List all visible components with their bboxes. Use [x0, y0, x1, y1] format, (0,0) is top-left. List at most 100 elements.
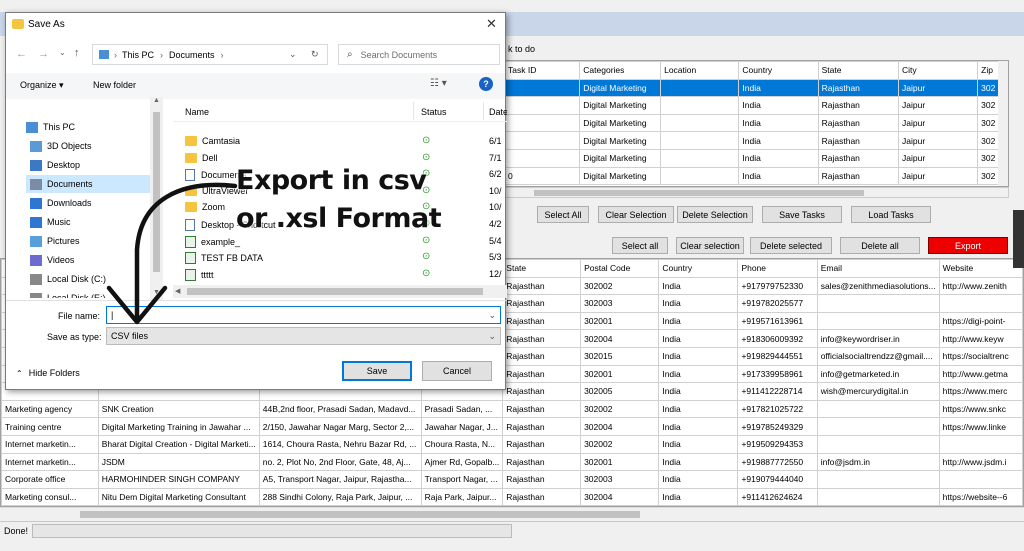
results-grid-header[interactable]: Phone — [737, 259, 818, 278]
file-date: 5/3 — [489, 252, 502, 263]
chevron-down-icon[interactable]: ⌄ — [488, 310, 496, 321]
table-row[interactable]: Digital Marketing India Rajasthan Jaipur 302 — [504, 148, 1008, 168]
results-grid-header[interactable]: Postal Code — [580, 259, 660, 278]
result-button-delete-all[interactable]: Delete all — [840, 237, 920, 254]
new-folder-button[interactable]: New folder — [93, 80, 136, 90]
breadcrumb-separator: › — [114, 49, 117, 60]
task-grid-header[interactable]: City — [897, 61, 979, 80]
task-button-save-tasks[interactable]: Save Tasks — [762, 206, 842, 223]
table-row[interactable]: Digital Marketing India Rajasthan Jaipur 302 — [504, 78, 1008, 98]
table-row[interactable]: Digital Marketing India Rajasthan Jaipur 302 — [504, 96, 1008, 115]
annotation-arrow — [106, 182, 238, 325]
nav-item-label: Music — [47, 217, 71, 227]
breadcrumb-documents[interactable]: Documents — [169, 50, 215, 60]
view-options-icon[interactable]: ☷ ▾ — [430, 78, 447, 89]
nav-item-icon — [30, 197, 42, 209]
result-button-select-all[interactable]: Select all — [612, 237, 668, 254]
task-grid-header[interactable]: Task ID — [504, 61, 581, 80]
back-arrow-icon[interactable]: ← — [16, 48, 27, 60]
column-date[interactable]: Date — [489, 107, 507, 117]
table-cell: Rajasthan — [502, 470, 582, 489]
table-row[interactable]: Training centre Digital Marketing Trainin… — [1, 417, 1023, 436]
column-divider — [413, 102, 414, 120]
file-row[interactable]: Camtasia ⊙ 6/1 — [173, 133, 507, 150]
table-row[interactable]: Internet marketin... Bharat Digital Creat… — [1, 434, 1023, 454]
help-icon[interactable]: ? — [479, 77, 493, 91]
forward-arrow-icon[interactable]: → — [38, 48, 49, 60]
nav-item-this-pc[interactable]: This PC — [26, 118, 75, 136]
task-grid[interactable]: Task ID Categories Location Country State Cit… — [503, 60, 1009, 187]
table-cell: +919782025577 — [737, 294, 818, 313]
close-icon[interactable]: ✕ — [486, 16, 497, 32]
table-cell: Rajasthan — [502, 399, 582, 419]
task-button-clear-selection[interactable]: Clear Selection — [598, 206, 674, 223]
table-cell — [938, 294, 1023, 313]
column-name[interactable]: Name — [185, 107, 209, 117]
nav-item-icon — [30, 159, 42, 171]
organize-menu[interactable]: Organize ▾ — [20, 80, 64, 91]
side-tool-strip[interactable] — [1013, 210, 1024, 268]
address-bar[interactable]: › This PC › Documents › ⌄ ↻ — [92, 44, 328, 65]
task-grid-hscrollbar[interactable] — [503, 187, 1009, 198]
table-cell: 302002 — [580, 399, 660, 419]
column-status[interactable]: Status — [421, 107, 447, 117]
table-row[interactable]: Marketing consul... Nitu Dem Digital Mark… — [1, 487, 1023, 506]
refresh-icon[interactable]: ↻ — [311, 49, 319, 60]
search-box[interactable]: ⌕ Search Documents — [338, 44, 500, 65]
table-cell: info@keywordriser.in — [816, 329, 940, 348]
results-grid-header[interactable]: Website — [938, 259, 1023, 278]
save-button[interactable]: Save — [342, 361, 412, 381]
table-cell — [816, 417, 940, 436]
pc-icon — [99, 50, 109, 59]
table-cell — [816, 470, 940, 489]
table-cell: Raja Park, Jaipur... — [420, 487, 504, 506]
table-row[interactable]: Digital Marketing India Rajasthan Jaipur 302 — [504, 131, 1008, 150]
table-cell: HARMOHINDER SINGH COMPANY — [97, 470, 260, 489]
task-grid-header[interactable]: Categories — [579, 61, 662, 80]
nav-item-desktop[interactable]: Desktop — [30, 156, 80, 174]
table-row[interactable]: Corporate office HARMOHINDER SINGH COMPAN… — [1, 470, 1023, 489]
up-arrow-icon[interactable]: ↑ — [74, 47, 80, 59]
nav-item-label: Pictures — [47, 236, 80, 246]
file-date: 10/ — [489, 202, 502, 213]
table-cell: India — [658, 452, 739, 472]
table-row[interactable]: 0 Digital Marketing India Rajasthan Jaipur 30… — [504, 166, 1008, 186]
chevron-down-icon[interactable]: ⌄ — [289, 49, 297, 60]
breadcrumb-this-pc[interactable]: This PC — [122, 50, 154, 60]
table-cell: 302004 — [580, 417, 660, 436]
hide-folders-toggle[interactable]: ⌃ Hide Folders — [16, 368, 80, 378]
results-grid-header[interactable]: State — [502, 259, 582, 278]
results-grid-header[interactable]: Email — [816, 259, 940, 278]
table-cell — [660, 148, 740, 168]
result-button-delete-selected[interactable]: Delete selected — [750, 237, 832, 254]
result-button-export[interactable]: Export — [928, 237, 1008, 254]
nav-item-3d-objects[interactable]: 3D Objects — [30, 137, 92, 155]
task-button-select-all[interactable]: Select All — [537, 206, 589, 223]
chevron-down-icon[interactable]: ⌄ — [488, 331, 496, 342]
task-grid-vscrollbar[interactable] — [998, 61, 1008, 186]
results-grid-header[interactable]: Country — [658, 259, 739, 278]
table-row[interactable]: Internet marketin... JSDM no. 2, Plot No, … — [1, 452, 1023, 472]
search-input[interactable]: Search Documents — [361, 50, 438, 60]
task-button-load-tasks[interactable]: Load Tasks — [851, 206, 931, 223]
task-grid-header[interactable]: Location — [660, 61, 740, 80]
table-cell — [816, 487, 940, 506]
nav-item-music[interactable]: Music — [30, 213, 71, 231]
result-button-clear-selection[interactable]: Clear selection — [676, 237, 744, 254]
results-hscrollbar[interactable] — [0, 507, 1024, 520]
table-cell: Rajasthan — [817, 78, 900, 98]
table-cell: India — [738, 96, 819, 115]
table-row[interactable]: Digital Marketing India Rajasthan Jaipur 302 — [504, 113, 1008, 133]
nav-item-downloads[interactable]: Downloads — [30, 194, 92, 212]
scroll-up-icon[interactable]: ▲ — [153, 97, 160, 104]
table-cell: +919509294353 — [737, 434, 818, 454]
nav-item-videos[interactable]: Videos — [30, 251, 74, 269]
cancel-button[interactable]: Cancel — [422, 361, 492, 381]
task-button-delete-selection[interactable]: Delete Selection — [677, 206, 753, 223]
breadcrumb-separator: › — [160, 49, 164, 60]
task-grid-header[interactable]: State — [817, 61, 900, 80]
table-row[interactable]: Marketing agency SNK Creation 44B,2nd floo… — [1, 399, 1023, 419]
task-grid-header[interactable]: Country — [738, 61, 819, 80]
recent-chevron-icon[interactable]: ⌄ — [59, 48, 66, 57]
nav-item-pictures[interactable]: Pictures — [30, 232, 80, 250]
